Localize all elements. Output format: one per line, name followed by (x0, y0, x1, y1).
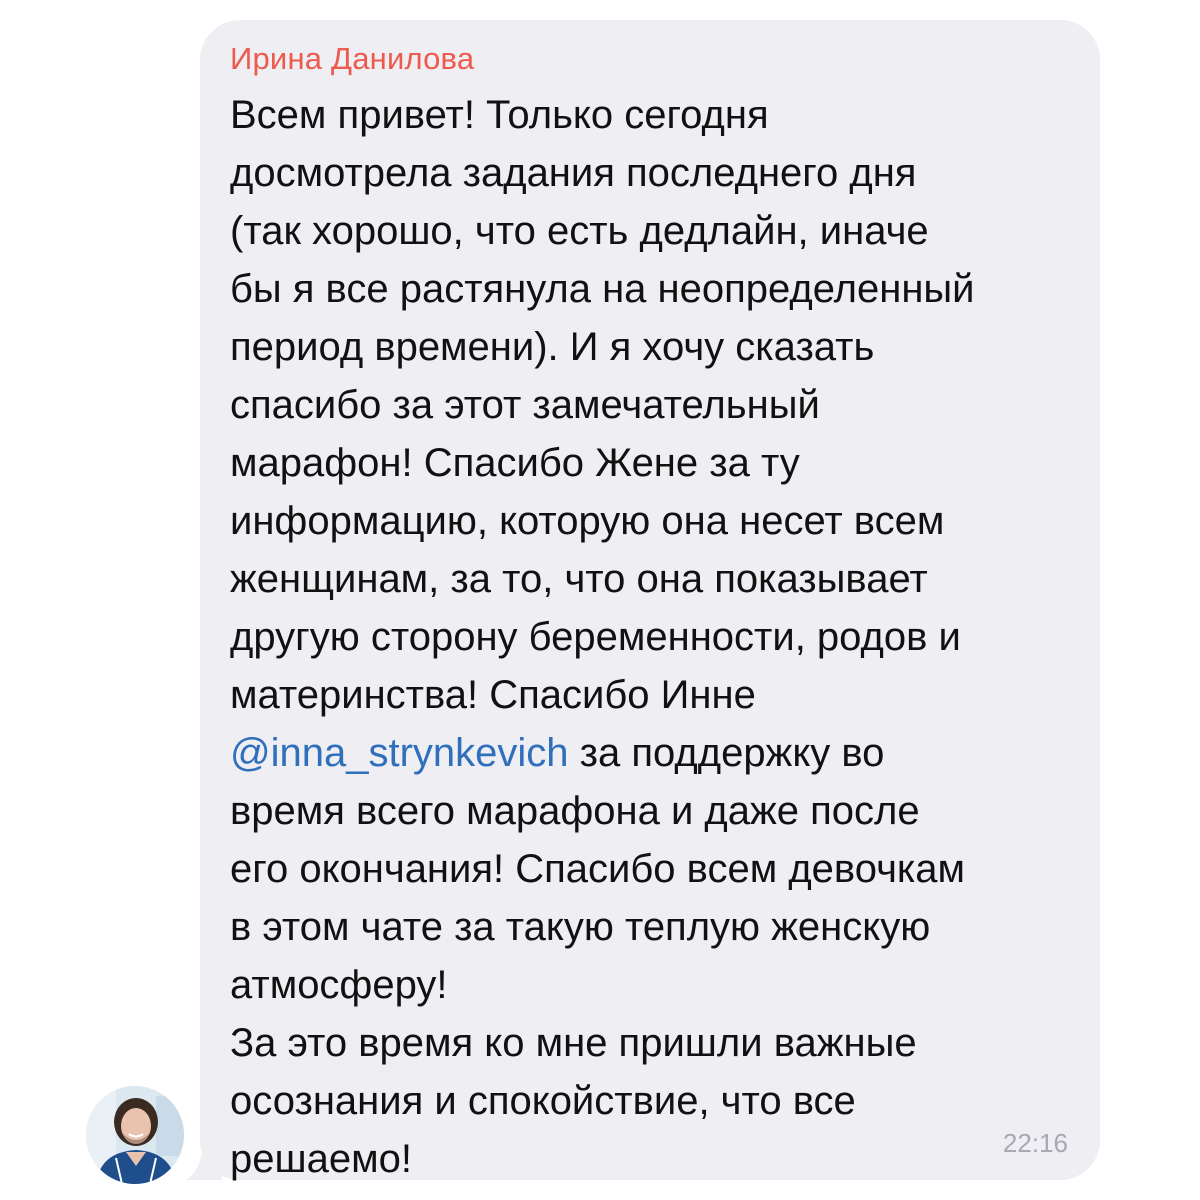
message-line: досмотрела задания последнего дня (230, 151, 917, 195)
message-line: время всего марафона и даже после (230, 789, 920, 833)
message-line: период времени). И я хочу сказать (230, 325, 875, 369)
message-line: За это время ко мне пришли важные (230, 1021, 917, 1065)
chat-message-row: Ирина Данилова Всем привет! Только сегод… (0, 0, 1200, 1200)
avatar-photo (86, 1086, 184, 1184)
sender-name[interactable]: Ирина Данилова (230, 40, 1100, 78)
message-line: осознания и спокойствие, что все (230, 1079, 856, 1123)
message-line-with-mention: @inna_strynkevich за поддержку во (230, 724, 1090, 782)
message-timestamp: 22:16 (1002, 1128, 1068, 1158)
message-line: спасибо за этот замечательный (230, 383, 820, 427)
message-line: женщинам, за то, что она показывает (230, 557, 928, 601)
message-line: атмосферу! (230, 963, 448, 1007)
message-line: материнства! Спасибо Инне (230, 673, 756, 717)
mention-link[interactable]: @inna_strynkevich (230, 731, 569, 775)
message-line: марафон! Спасибо Жене за ту (230, 441, 800, 485)
avatar[interactable] (86, 1086, 184, 1184)
message-bubble[interactable]: Ирина Данилова Всем привет! Только сегод… (200, 20, 1100, 1181)
message-line: решаемо! (230, 1137, 412, 1181)
message-line: в этом чате за такую теплую женскую (230, 905, 931, 949)
message-line: (так хорошо, что есть дедлайн, иначе (230, 209, 929, 253)
message-line: Всем привет! Только сегодня (230, 93, 769, 137)
message-text: Всем привет! Только сегодня досмотрела з… (230, 86, 1090, 1188)
message-line: бы я все растянула на неопределенный (230, 267, 975, 311)
message-line-rest: за поддержку во (568, 731, 885, 775)
message-line: его окончания! Спасибо всем девочкам (230, 847, 966, 891)
message-line: информацию, которую она несет всем (230, 499, 945, 543)
message-line: другую сторону беременности, родов и (230, 615, 961, 659)
